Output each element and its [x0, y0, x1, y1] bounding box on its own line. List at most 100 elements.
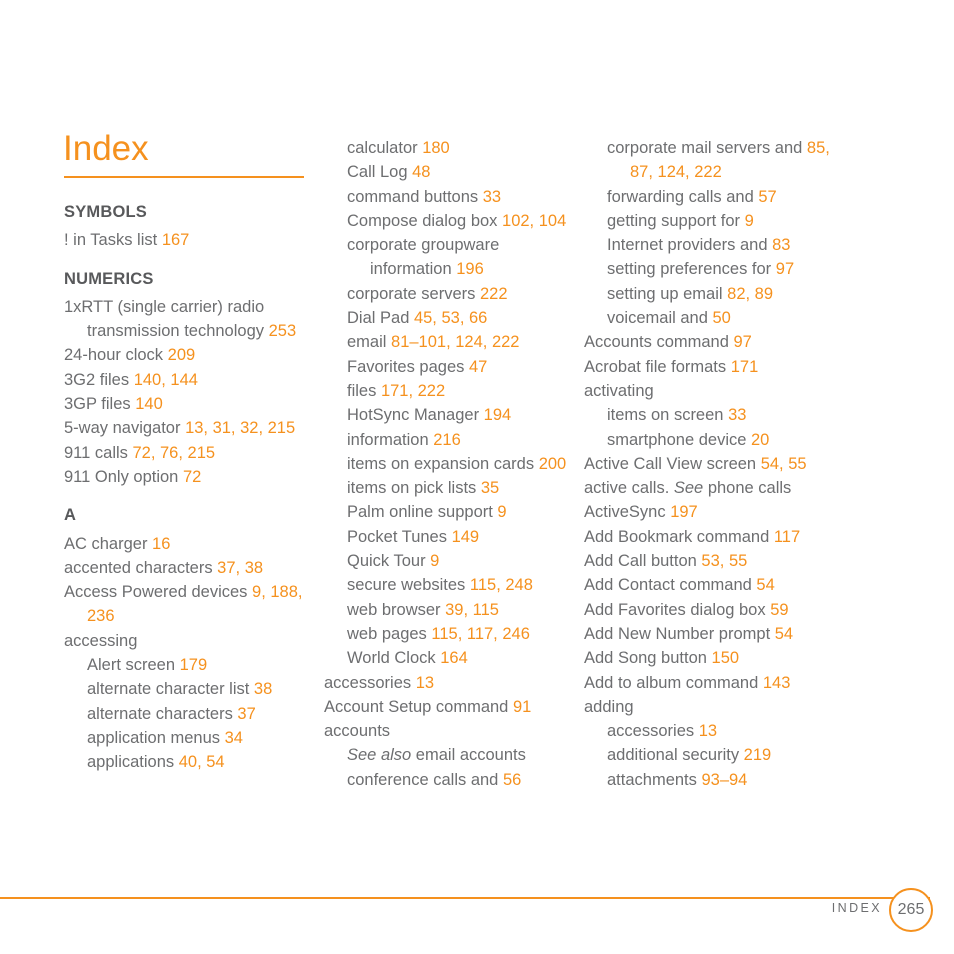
index-entry: See also email accounts: [324, 743, 574, 767]
entry-term: adding: [584, 697, 634, 716]
entry-page-refs: 197: [670, 503, 698, 522]
entry-term: activating: [584, 381, 654, 400]
page-number: 265: [897, 901, 925, 918]
entry-page-refs: 13: [698, 722, 718, 741]
entry-term: setting preferences for: [607, 260, 776, 279]
index-entry: items on screen 33: [584, 403, 836, 427]
entry-page-refs: 39, 115: [445, 600, 499, 619]
entry-page-refs: 171: [730, 357, 759, 376]
entry-page-refs: 9: [744, 211, 754, 230]
entry-page-refs: 54, 55: [760, 454, 807, 473]
entry-term: secure websites: [347, 576, 470, 595]
index-entry: forwarding calls and 57: [584, 185, 836, 209]
entry-term: smartphone device: [607, 430, 751, 449]
entry-term: 3G2 files: [64, 370, 134, 389]
entry-term: active calls.: [584, 479, 674, 498]
section-heading: A: [64, 506, 77, 525]
index-entry: World Clock 164: [324, 646, 574, 670]
index-entry: web pages 115, 117, 246: [324, 622, 574, 646]
index-entry: files 171, 222: [324, 379, 574, 403]
entry-term: ActiveSync: [584, 503, 671, 522]
entry-page-refs: 54: [774, 624, 794, 643]
index-entry: accessing: [64, 629, 312, 653]
entry-term: Acrobat file formats: [584, 357, 731, 376]
index-entry: items on pick lists 35: [324, 476, 574, 500]
entry-term: Accounts command: [584, 333, 734, 352]
index-entry: getting support for 9: [584, 209, 836, 233]
entry-term: web browser: [347, 600, 446, 619]
entry-page-refs: 33: [482, 187, 502, 206]
entry-term: items on expansion cards: [347, 454, 539, 473]
index-entry: 911 Only option 72: [64, 465, 312, 489]
entry-page-refs: 209: [167, 346, 196, 365]
index-entry: Active Call View screen 54, 55: [584, 452, 836, 476]
index-column-2: calculator 180 Call Log 48 command buttons…: [324, 130, 574, 792]
cross-reference-see: See: [673, 479, 704, 498]
index-entry: attachments 93–94: [584, 768, 836, 792]
entry-page-refs: 38: [253, 680, 273, 699]
index-entry: 3G2 files 140, 144: [64, 368, 312, 392]
entry-term: items on pick lists: [347, 479, 481, 498]
index-entry: 24-hour clock 209: [64, 343, 312, 367]
index-entry: corporate groupware information 196: [324, 233, 574, 282]
index-entry: activating: [584, 379, 836, 403]
index-entry: accessories 13: [324, 671, 574, 695]
entry-term: applications: [87, 753, 179, 772]
entry-page-refs: 37, 38: [217, 558, 264, 577]
entry-term: email: [347, 333, 392, 352]
entry-page-refs: 93–94: [701, 770, 748, 789]
index-entry: alternate characters 37: [64, 702, 312, 726]
entry-term: command buttons: [347, 187, 483, 206]
entry-term: Favorites pages: [347, 357, 469, 376]
index-entry: Add Contact command 54: [584, 573, 836, 597]
entry-term: 1xRTT (single carrier) radio transmissio…: [64, 297, 269, 341]
entry-term: 24-hour clock: [64, 346, 168, 365]
index-entry: 5-way navigator 13, 31, 32, 215: [64, 416, 312, 440]
index-entry: 1xRTT (single carrier) radio transmissio…: [64, 295, 312, 344]
entry-page-refs: 9: [430, 552, 440, 571]
entry-page-refs: 53, 55: [701, 552, 748, 571]
index-entry: 3GP files 140: [64, 392, 312, 416]
index-entry: accented characters 37, 38: [64, 556, 312, 580]
entry-term: Dial Pad: [347, 309, 414, 328]
index-entry: conference calls and 56: [324, 768, 574, 792]
entry-term: application menus: [87, 728, 225, 747]
index-entry: accessories 13: [584, 719, 836, 743]
index-column-3: corporate mail servers and 85, 87, 124, …: [584, 130, 836, 792]
entry-term: AC charger: [64, 534, 153, 553]
entry-page-refs: 34: [224, 728, 243, 747]
cross-reference-see-also: See also: [347, 746, 412, 765]
entry-term: Account Setup command: [324, 697, 513, 716]
entry-term: Add New Number prompt: [584, 624, 775, 643]
entry-term: World Clock: [347, 649, 441, 668]
entry-page-refs: 35: [480, 479, 500, 498]
entry-term: calculator: [347, 139, 423, 157]
index-entry: ! in Tasks list 167: [64, 228, 312, 252]
entry-page-refs: 97: [775, 260, 795, 279]
index-entry: Alert screen 179: [64, 653, 312, 677]
entry-term: alternate character list: [87, 680, 254, 699]
entry-term: items on screen: [607, 406, 729, 425]
entry-page-refs: 200: [538, 454, 567, 473]
page-number-badge: 265: [889, 888, 933, 932]
entry-page-refs: 16: [152, 534, 171, 553]
index-entry: calculator 180: [324, 136, 574, 160]
index-entry: items on expansion cards 200: [324, 452, 574, 476]
entry-page-refs: 97: [733, 333, 752, 352]
entry-page-refs: 115, 248: [469, 576, 533, 595]
entry-term: Call Log: [347, 163, 413, 182]
index-entry: accounts: [324, 719, 574, 743]
entry-page-refs: 180: [422, 139, 450, 157]
entry-term: HotSync Manager: [347, 406, 484, 425]
entry-term: Palm online support: [347, 503, 498, 522]
entry-page-refs: 196: [456, 260, 484, 279]
index-entry: Add Song button 150: [584, 646, 836, 670]
entry-page-refs: 115, 117, 246: [431, 624, 530, 643]
index-entry: ActiveSync 197: [584, 500, 836, 524]
index-entry: Add New Number prompt 54: [584, 622, 836, 646]
entry-page-refs: 54: [756, 576, 775, 595]
entry-page-refs: 47: [468, 357, 488, 376]
entry-page-refs: 102, 104: [502, 211, 567, 230]
entry-page-refs: 143: [762, 673, 791, 692]
entry-page-refs: 117: [773, 527, 801, 546]
